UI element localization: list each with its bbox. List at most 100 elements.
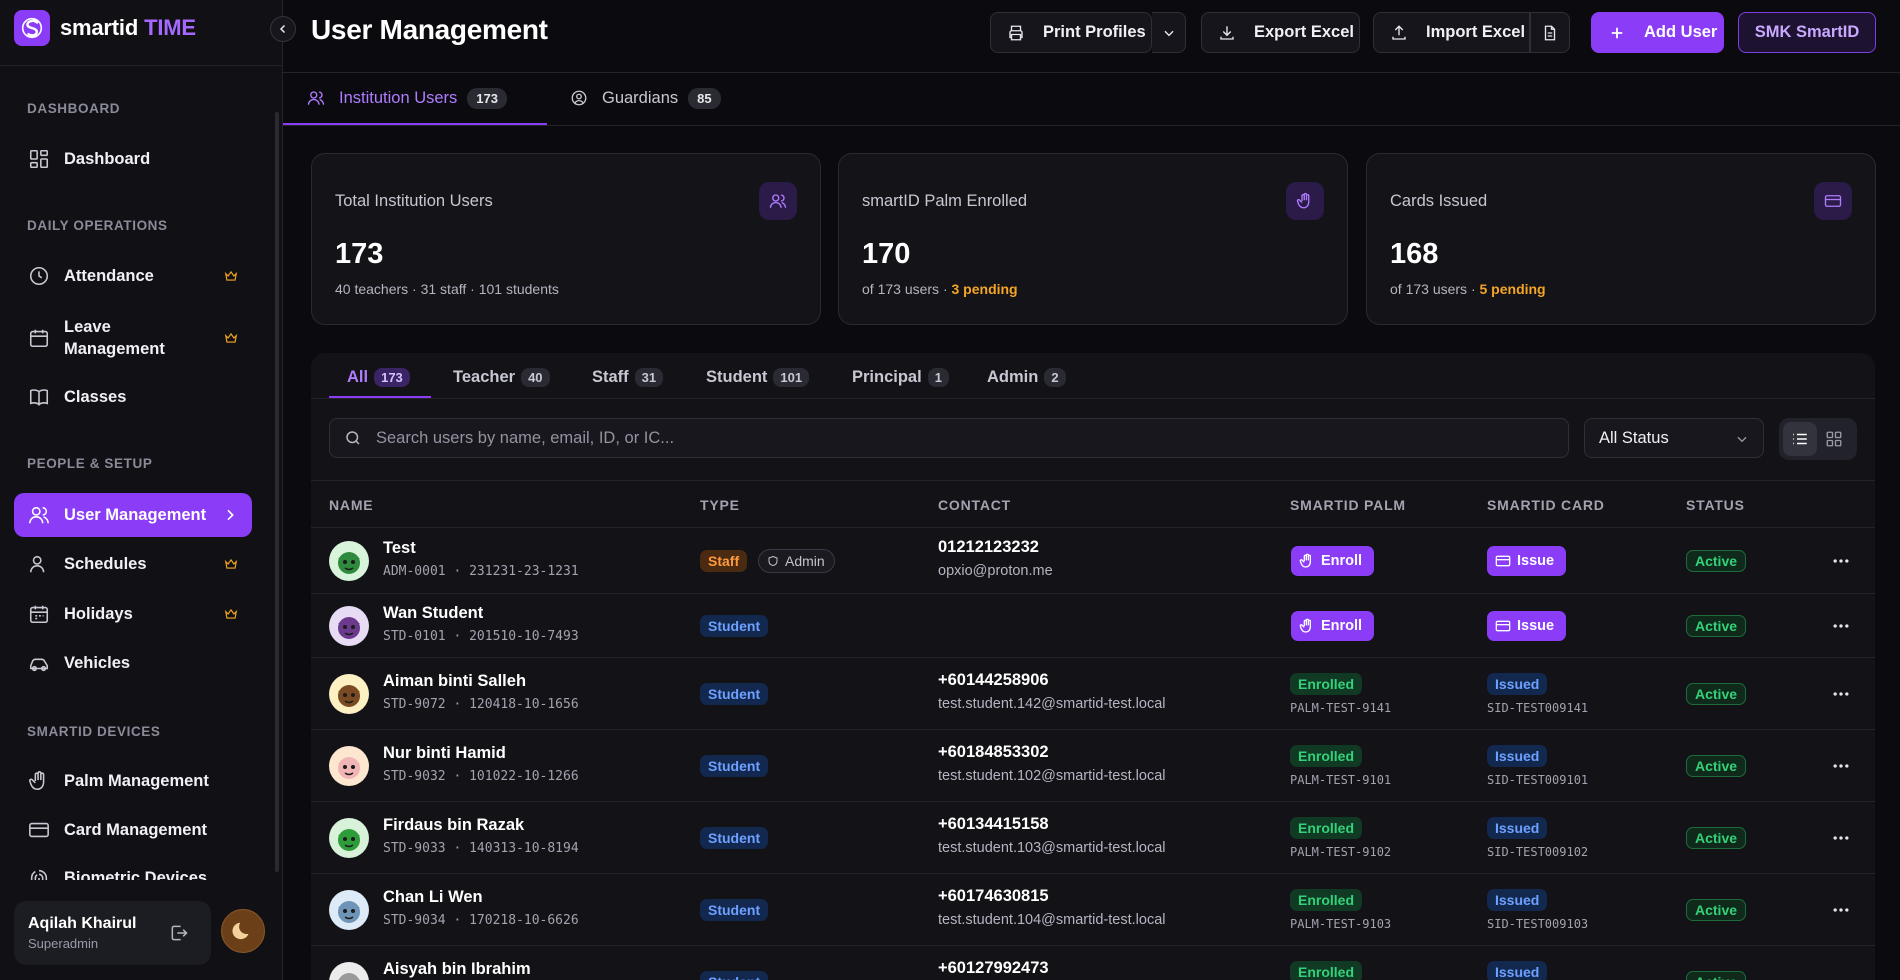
import-excel-button[interactable]: Import Excel — [1373, 12, 1530, 53]
table-row[interactable]: Nur binti Hamid STD-9032 · 101022-10-1266… — [311, 730, 1875, 802]
user-profile-card[interactable]: Aqilah Khairul Superadmin — [14, 901, 211, 965]
more-options-icon[interactable] — [1831, 756, 1851, 776]
issue-card-button[interactable]: Issue — [1487, 546, 1567, 576]
theme-toggle-button[interactable] — [221, 909, 265, 953]
role-badge: Admin — [758, 549, 835, 573]
crown-icon — [224, 270, 238, 281]
sidebar-item-label: Holidays — [64, 605, 133, 623]
more-options-icon[interactable] — [1831, 972, 1851, 980]
palm-id: PALM-TEST-9102 — [1290, 845, 1392, 859]
sidebar-item-schedules[interactable]: Schedules — [14, 544, 252, 584]
status-badge: Active — [1686, 550, 1747, 572]
sidebar-item-biometric-devices[interactable]: Biometric Devices — [14, 858, 252, 880]
printer-icon — [1009, 25, 1023, 40]
column-header[interactable]: TYPE — [700, 497, 740, 513]
section-smartid-devices: SMARTID DEVICES — [27, 724, 161, 739]
book-icon — [29, 389, 49, 406]
sidebar-item-palm-management[interactable]: Palm Management — [14, 761, 252, 801]
table-row[interactable]: Aisyah bin Ibrahim Student +60127992473 Enr… — [311, 946, 1875, 980]
column-header[interactable]: NAME — [329, 497, 373, 513]
sidebar-divider — [0, 65, 283, 66]
list-view-button[interactable] — [1783, 422, 1817, 456]
avatar — [329, 818, 369, 858]
institution-switcher-button[interactable]: SMK SmartID — [1738, 12, 1876, 53]
sidebar-item-user-management[interactable]: User Management — [14, 493, 252, 537]
filter-tab-admin[interactable]: Admin 2 — [987, 366, 1066, 388]
sidebar-item-label: Dashboard — [64, 150, 151, 168]
avatar — [329, 541, 369, 581]
sidebar-item-classes[interactable]: Classes — [14, 377, 252, 417]
card-status-badge: Issued — [1487, 889, 1548, 911]
user-full-name[interactable]: Nur binti Hamid — [383, 744, 506, 763]
print-profiles-button[interactable]: Print Profiles — [990, 12, 1152, 53]
filter-tab-principal[interactable]: Principal 1 — [852, 366, 949, 388]
enroll-palm-button[interactable]: Enroll — [1291, 546, 1375, 576]
sidebar-item-dashboard[interactable]: Dashboard — [14, 139, 252, 179]
status-filter-select[interactable]: All Status — [1584, 418, 1764, 458]
search-box[interactable] — [329, 418, 1569, 458]
user-id: STD-9032 · 101022-10-1266 — [383, 769, 579, 784]
sidebar-item-card-management[interactable]: Card Management — [14, 810, 252, 850]
sidebar-item-attendance[interactable]: Attendance — [14, 256, 252, 296]
palm-id: PALM-TEST-9101 — [1290, 773, 1392, 787]
column-header[interactable]: STATUS — [1686, 497, 1745, 513]
column-header[interactable]: SMARTID CARD — [1487, 497, 1605, 513]
enroll-palm-button[interactable]: Enroll — [1291, 611, 1375, 641]
search-icon — [346, 431, 360, 445]
table-row[interactable]: Test ADM-0001 · 231231-23-1231 Staff Admin 0… — [311, 528, 1875, 594]
user-full-name[interactable]: Aisyah bin Ibrahim — [383, 960, 531, 979]
user-full-name[interactable]: Firdaus bin Razak — [383, 816, 524, 835]
type-badge: Student — [700, 899, 769, 921]
more-options-icon[interactable] — [1831, 616, 1851, 636]
user-full-name[interactable]: Aiman binti Salleh — [383, 672, 526, 691]
sidebar-item-label: User Management — [64, 506, 207, 524]
column-header[interactable]: CONTACT — [938, 497, 1011, 513]
sidebar-item-vehicles[interactable]: Vehicles — [14, 643, 252, 683]
search-input[interactable] — [376, 428, 1526, 448]
section-people-setup: PEOPLE & SETUP — [27, 456, 153, 471]
filter-tab-staff[interactable]: Staff 31 — [592, 366, 664, 388]
column-header[interactable]: SMARTID PALM — [1290, 497, 1406, 513]
sidebar-scrollbar[interactable] — [275, 112, 279, 872]
brand[interactable]: smartid TIME — [14, 10, 196, 46]
issue-card-button[interactable]: Issue — [1487, 611, 1567, 641]
filter-tab-student[interactable]: Student 101 — [706, 366, 810, 388]
table-row[interactable]: Chan Li Wen STD-9034 · 170218-10-6626 Stud… — [311, 874, 1875, 946]
filter-tab-all[interactable]: All 173 — [347, 366, 410, 388]
more-options-icon[interactable] — [1831, 551, 1851, 571]
plus-icon — [1611, 27, 1623, 38]
table-row[interactable]: Wan Student STD-0101 · 201510-10-7493 Stud… — [311, 594, 1875, 658]
more-options-icon[interactable] — [1831, 828, 1851, 848]
filter-tab-teacher[interactable]: Teacher 40 — [453, 366, 550, 388]
tab-institution-users[interactable]: Institution Users 173 — [307, 86, 507, 110]
table-row[interactable]: Aiman binti Salleh STD-9072 · 120418-10-1… — [311, 658, 1875, 730]
card-icon — [1814, 182, 1852, 220]
status-badge: Active — [1686, 683, 1747, 705]
filter-tabs-divider — [311, 398, 1875, 399]
import-template-button[interactable] — [1530, 12, 1570, 53]
print-options-button[interactable] — [1152, 12, 1186, 53]
grid-view-button[interactable] — [1817, 422, 1851, 456]
add-user-button[interactable]: Add User — [1591, 12, 1724, 53]
download-icon — [1220, 25, 1234, 40]
type-badge: Staff — [700, 550, 748, 572]
dashboard-icon — [29, 149, 49, 169]
status-filter-value: All Status — [1599, 428, 1669, 447]
table-row[interactable]: Firdaus bin Razak STD-9033 · 140313-10-81… — [311, 802, 1875, 874]
upload-icon — [1392, 24, 1406, 40]
card-id: SID-TEST009101 — [1487, 773, 1589, 787]
sidebar-item-holidays[interactable]: Holidays — [14, 594, 252, 634]
user-full-name[interactable]: Chan Li Wen — [383, 888, 483, 907]
tab-guardians[interactable]: Guardians 85 — [570, 86, 721, 110]
sidebar-item-label: Attendance — [64, 267, 154, 285]
export-excel-button[interactable]: Export Excel — [1201, 12, 1360, 53]
section-daily-operations: DAILY OPERATIONS — [27, 218, 168, 233]
sidebar-item-leave-management[interactable]: Leave Management — [14, 314, 252, 362]
more-options-icon[interactable] — [1831, 900, 1851, 920]
logout-icon[interactable] — [169, 923, 189, 943]
more-options-icon[interactable] — [1831, 684, 1851, 704]
collapse-sidebar-button[interactable] — [270, 16, 296, 42]
contact-email: opxio@proton.me — [938, 563, 1053, 579]
user-full-name[interactable]: Wan Student — [383, 604, 483, 623]
user-full-name[interactable]: Test — [383, 539, 416, 558]
